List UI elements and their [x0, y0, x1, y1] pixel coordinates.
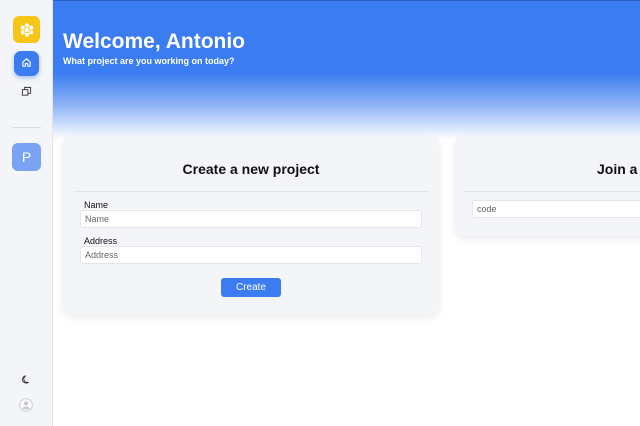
logo-icon[interactable] [13, 16, 40, 43]
page-subtitle: What project are you working on today? [63, 56, 235, 66]
nav-projects-button[interactable] [14, 80, 39, 105]
card-divider [465, 191, 640, 192]
project-initial: P [21, 149, 32, 165]
name-label: Name [84, 200, 109, 210]
code-input[interactable] [472, 200, 640, 218]
nav-home-button[interactable] [14, 51, 39, 76]
create-button[interactable]: Create [221, 278, 281, 297]
user-icon [19, 397, 33, 417]
create-project-title: Create a new project [182, 161, 320, 177]
projects-icon [21, 84, 32, 102]
create-project-card: Create a new project Name Address Create [63, 136, 439, 314]
project-avatar-button[interactable]: P [12, 143, 41, 171]
welcome-header: Welcome, Antonio What project are you wo… [53, 0, 640, 140]
address-label: Address [84, 236, 118, 246]
page-title: Welcome, Antonio [63, 30, 246, 53]
moon-icon [21, 372, 32, 390]
theme-toggle-button[interactable] [18, 373, 34, 389]
address-input[interactable] [80, 246, 422, 264]
join-project-card: Join a [455, 136, 640, 236]
home-icon [21, 55, 32, 73]
sidebar: P [0, 0, 53, 426]
join-project-title: Join a [597, 161, 638, 177]
sidebar-divider [12, 127, 41, 128]
user-avatar-button[interactable] [18, 397, 34, 417]
name-input[interactable] [80, 210, 422, 228]
card-divider [74, 191, 429, 192]
